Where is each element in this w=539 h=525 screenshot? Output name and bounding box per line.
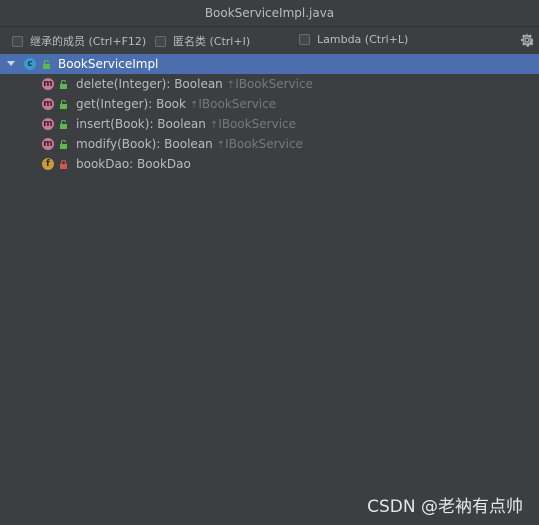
inherited-arrow-icon: ⇡ [226, 80, 236, 91]
method-icon: m [42, 98, 54, 110]
tree-node-method[interactable]: m modify(Book): Boolean ⇡IBookService [0, 134, 539, 154]
class-name: BookServiceImpl [58, 57, 159, 71]
checkbox-box[interactable] [12, 35, 23, 47]
inherited-from: ⇡IBookService [190, 97, 276, 111]
public-lock-icon [43, 60, 50, 69]
class-icon: c [24, 58, 36, 70]
public-lock-icon [60, 140, 67, 149]
member-signature: bookDao: BookDao [76, 157, 191, 171]
popup-title-bar: BookServiceImpl.java [0, 0, 539, 27]
public-lock-icon [60, 100, 67, 109]
inherited-members-checkbox[interactable]: 继承的成员 (Ctrl+F12) [12, 33, 146, 49]
inherited-from: ⇡IBookService [217, 137, 303, 151]
method-icon: m [42, 118, 54, 130]
member-label: modify(Book): Boolean ⇡IBookService [76, 137, 303, 151]
structure-tree: c BookServiceImpl m delete(Integer): Boo… [0, 54, 539, 174]
anonymous-classes-label: 匿名类 (Ctrl+I) [173, 35, 251, 48]
public-lock-icon [60, 80, 67, 89]
checkbox-box[interactable] [299, 34, 310, 45]
lambda-checkbox[interactable]: Lambda (Ctrl+L) [299, 33, 408, 46]
inherited-from: ⇡IBookService [210, 117, 296, 131]
method-icon: m [42, 138, 54, 150]
checkbox-box[interactable] [155, 35, 166, 47]
tree-node-method[interactable]: m get(Integer): Book ⇡IBookService [0, 94, 539, 114]
public-lock-icon [60, 120, 67, 129]
inherited-members-label: 继承的成员 (Ctrl+F12) [30, 35, 147, 48]
inherited-from: ⇡IBookService [227, 77, 313, 91]
lambda-label: Lambda (Ctrl+L) [317, 33, 409, 46]
member-signature: delete(Integer): Boolean [76, 77, 223, 91]
tree-node-method[interactable]: m delete(Integer): Boolean ⇡IBookService [0, 74, 539, 94]
member-label: insert(Book): Boolean ⇡IBookService [76, 117, 296, 131]
private-lock-icon [60, 160, 67, 169]
member-signature: modify(Book): Boolean [76, 137, 213, 151]
field-icon: f [42, 158, 54, 170]
inherited-arrow-icon: ⇡ [216, 140, 226, 151]
member-label: get(Integer): Book ⇡IBookService [76, 97, 276, 111]
popup-title: BookServiceImpl.java [204, 6, 335, 20]
method-icon: m [42, 78, 54, 90]
filter-toolbar: 继承的成员 (Ctrl+F12) 匿名类 (Ctrl+I) Lambda (Ct… [0, 27, 539, 53]
gear-icon[interactable] [519, 32, 535, 48]
member-signature: get(Integer): Book [76, 97, 186, 111]
structure-popup: BookServiceImpl.java 继承的成员 (Ctrl+F12) 匿名… [0, 0, 539, 525]
inherited-from-label: IBookService [225, 137, 303, 151]
chevron-down-icon[interactable] [7, 61, 15, 66]
tree-node-field[interactable]: f bookDao: BookDao [0, 154, 539, 174]
anonymous-classes-checkbox[interactable]: 匿名类 (Ctrl+I) [155, 33, 250, 49]
member-label: delete(Integer): Boolean ⇡IBookService [76, 77, 313, 91]
tree-node-class[interactable]: c BookServiceImpl [0, 54, 539, 74]
inherited-from-label: IBookService [198, 97, 277, 111]
inherited-from-label: IBookService [218, 117, 297, 131]
inherited-from-label: IBookService [235, 77, 313, 91]
member-signature: insert(Book): Boolean [76, 117, 206, 131]
watermark-text: CSDN @老衲有点帅 [367, 497, 523, 517]
tree-node-method[interactable]: m insert(Book): Boolean ⇡IBookService [0, 114, 539, 134]
